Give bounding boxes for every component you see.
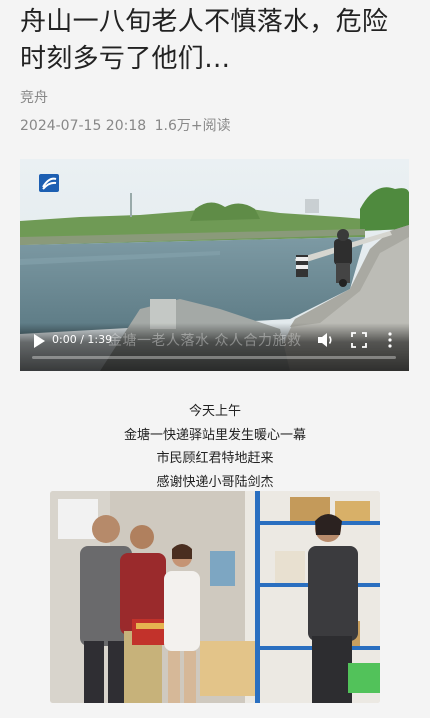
volume-icon[interactable]: [317, 332, 335, 348]
caption-block: 今天上午 金塘一快递驿站里发生暖心一幕 市民顾红君特地赶来 感谢快递小哥陆剑杰: [0, 400, 430, 494]
caption-line: 今天上午: [188, 404, 241, 419]
article-page: 舟山一八旬老人不慎落水，危险时刻多亏了他们… 竞舟 2024-07-15 20:…: [0, 0, 430, 718]
article-photo: [50, 491, 380, 703]
article-meta: 2024-07-15 20:18 1.6万+阅读: [20, 115, 235, 135]
video-progress-bar[interactable]: [32, 356, 396, 359]
caption-line: 市民顾红君特地赶来: [156, 451, 274, 466]
video-player[interactable]: 0:00 / 1:39 金塘一老人落水 众人合力施救: [20, 159, 409, 371]
video-subtitle: 金塘一老人落水 众人合力施救: [108, 333, 302, 349]
photo-scene: [50, 491, 380, 703]
article-title: 舟山一八旬老人不慎落水，危险时刻多亏了他们…: [20, 7, 389, 74]
read-count: 1.6万+阅读: [154, 118, 231, 134]
video-controls: 0:00 / 1:39 金塘一老人落水 众人合力施救: [20, 323, 409, 371]
more-vertical-icon[interactable]: [387, 332, 393, 348]
fullscreen-icon[interactable]: [351, 332, 367, 348]
caption-line: 金塘一快递驿站里发生暖心一幕: [123, 427, 306, 443]
article-source[interactable]: 竞舟: [20, 87, 48, 107]
play-icon[interactable]: [32, 333, 46, 349]
station-logo-icon: [39, 174, 59, 192]
video-time: 0:00 / 1:39: [52, 333, 113, 346]
publish-date: 2024-07-15 20:18: [20, 118, 147, 134]
